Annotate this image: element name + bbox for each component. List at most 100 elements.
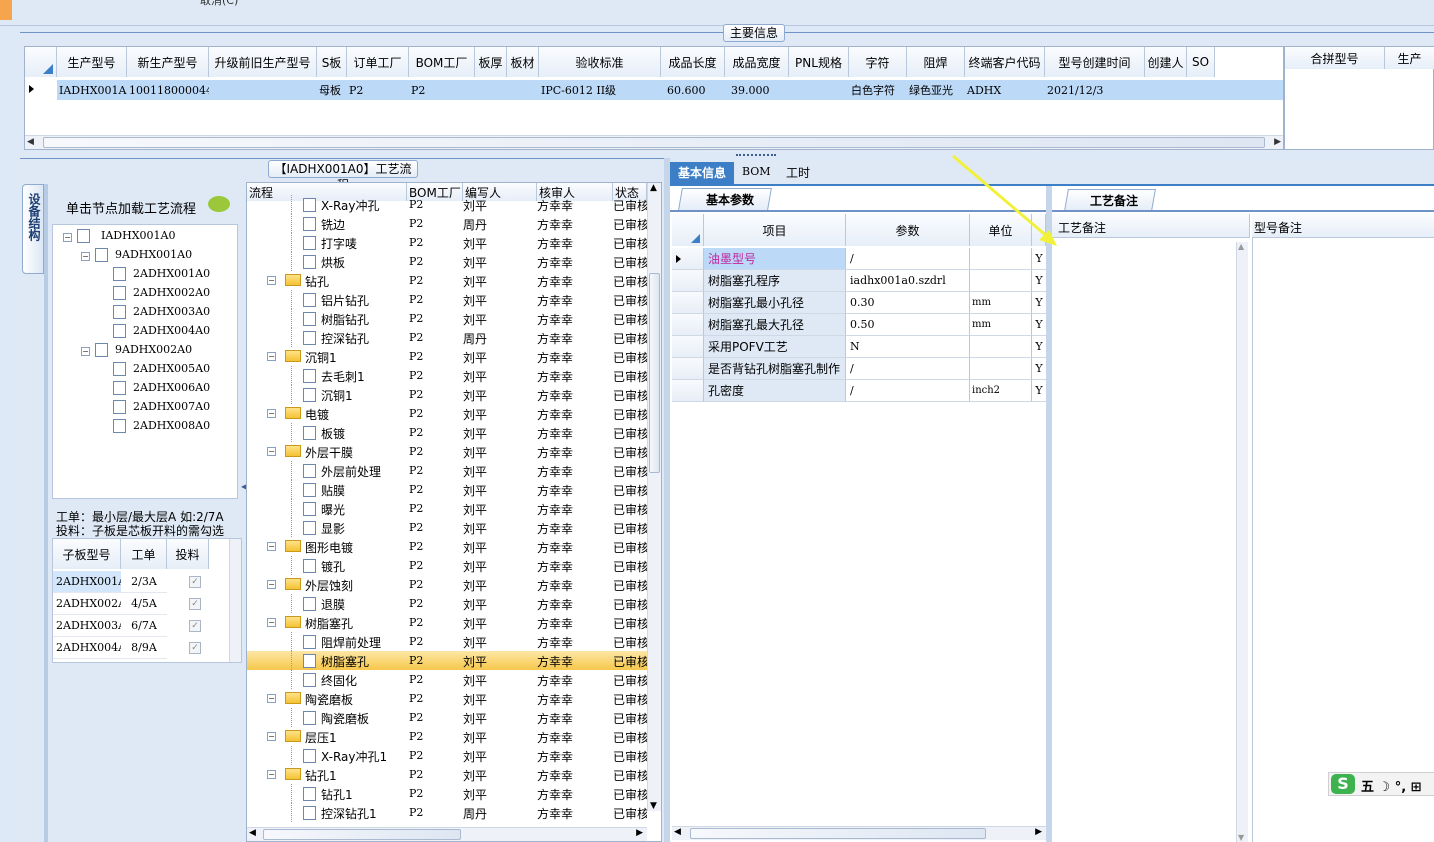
main-col-10[interactable]: 成品宽度: [725, 47, 789, 77]
main-col-8[interactable]: 验收标准: [539, 47, 661, 77]
process-row[interactable]: 退膜 P2 刘平 方幸幸 已审核: [247, 594, 647, 613]
main-cell-3[interactable]: 母板: [317, 80, 347, 100]
sub-col-0[interactable]: 子板型号: [53, 539, 121, 569]
collapse-icon[interactable]: −: [267, 732, 276, 741]
collapse-icon[interactable]: −: [267, 770, 276, 779]
param-value[interactable]: 0.30: [846, 292, 970, 314]
process-row[interactable]: − 图形电镀 P2 刘平 方幸幸 已审核: [247, 537, 647, 556]
scroll-thumb[interactable]: [649, 273, 660, 473]
side-col-prod[interactable]: 生产: [1385, 47, 1434, 69]
collapse-icon[interactable]: −: [267, 542, 276, 551]
sub-cell-order[interactable]: 2/3A: [121, 571, 167, 593]
param-item[interactable]: 是否背钻孔树脂塞孔制作: [704, 358, 846, 380]
process-row[interactable]: X-Ray冲孔 P2 刘平 方幸幸 已审核: [247, 195, 647, 214]
process-row[interactable]: − 陶瓷磨板 P2 刘平 方幸幸 已审核: [247, 689, 647, 708]
param-row-header[interactable]: [672, 380, 704, 402]
main-info-hscroll[interactable]: ◀ ▶: [25, 135, 1283, 149]
tab-basic-info[interactable]: 基本信息: [670, 162, 734, 184]
grid-corner[interactable]: [25, 47, 57, 77]
main-col-13[interactable]: 阻焊: [907, 47, 965, 77]
sub-cell-model[interactable]: 2ADHX003A0: [53, 615, 121, 637]
main-col-12[interactable]: 字符: [849, 47, 907, 77]
process-row[interactable]: − 电镀 P2 刘平 方幸幸 已审核: [247, 404, 647, 423]
scroll-thumb[interactable]: [43, 137, 1265, 148]
process-row[interactable]: 控深钻孔 P2 周丹 方幸幸 已审核: [247, 328, 647, 347]
collapse-icon[interactable]: −: [267, 447, 276, 456]
collapse-icon[interactable]: −: [267, 580, 276, 589]
process-row[interactable]: − 外层蚀刻 P2 刘平 方幸幸 已审核: [247, 575, 647, 594]
process-row[interactable]: 铣边 P2 周丹 方幸幸 已审核: [247, 214, 647, 233]
collapse-icon[interactable]: −: [267, 276, 276, 285]
process-row[interactable]: 钻孔1 P2 刘平 方幸幸 已审核: [247, 784, 647, 803]
tab-worktime[interactable]: 工时: [786, 164, 810, 181]
scroll-thumb[interactable]: [690, 828, 986, 839]
param-item[interactable]: 孔密度: [704, 380, 846, 402]
process-row[interactable]: − 外层干膜 P2 刘平 方幸幸 已审核: [247, 442, 647, 461]
process-row[interactable]: 沉铜1 P2 刘平 方幸幸 已审核: [247, 385, 647, 404]
main-cell-10[interactable]: 39.000: [725, 80, 789, 100]
process-hscroll[interactable]: ◀ ▶: [247, 827, 647, 841]
main-col-17[interactable]: SO: [1187, 47, 1215, 77]
process-row[interactable]: 曝光 P2 刘平 方幸幸 已审核: [247, 499, 647, 518]
main-col-2[interactable]: 升级前旧生产型号: [209, 47, 317, 77]
main-col-1[interactable]: 新生产型号: [127, 47, 209, 77]
side-col-merge[interactable]: 合拼型号: [1285, 47, 1385, 69]
main-cell-1[interactable]: 10011800004401: [127, 80, 209, 100]
param-row-header[interactable]: [672, 292, 704, 314]
main-col-0[interactable]: 生产型号: [57, 47, 127, 77]
main-cell-12[interactable]: 白色字符: [849, 80, 907, 100]
main-cell-4[interactable]: P2: [347, 80, 409, 100]
param-value[interactable]: 0.50: [846, 314, 970, 336]
main-cell-8[interactable]: IPC-6012 II级: [539, 80, 661, 100]
process-row[interactable]: − 层压1 P2 刘平 方幸幸 已审核: [247, 727, 647, 746]
param-unit[interactable]: [970, 248, 1032, 270]
param-item[interactable]: 树脂塞孔程序: [704, 270, 846, 292]
sub-col-2[interactable]: 投料: [167, 539, 209, 569]
process-notes-area[interactable]: [1052, 238, 1236, 842]
process-row[interactable]: 终固化 P2 刘平 方幸幸 已审核: [247, 670, 647, 689]
feed-checkbox[interactable]: ✓: [189, 598, 201, 610]
collapse-icon[interactable]: −: [81, 347, 90, 356]
process-row[interactable]: − 沉铜1 P2 刘平 方幸幸 已审核: [247, 347, 647, 366]
sub-cell-model[interactable]: 2ADHX001A0: [53, 571, 121, 593]
horizontal-splitter[interactable]: [736, 154, 776, 158]
notes-vscroll[interactable]: ▲ ▼: [1236, 242, 1248, 842]
sub-cell-order[interactable]: 8/9A: [121, 637, 167, 659]
sub-vscroll[interactable]: [229, 539, 241, 662]
param-value[interactable]: iadhx001a0.szdrl: [846, 270, 970, 292]
collapse-icon[interactable]: −: [267, 694, 276, 703]
main-col-7[interactable]: 板材: [507, 47, 539, 77]
process-row[interactable]: 板镀 P2 刘平 方幸幸 已审核: [247, 423, 647, 442]
sub-cell-order[interactable]: 4/5A: [121, 593, 167, 615]
param-unit[interactable]: mm: [970, 314, 1032, 336]
param-item[interactable]: 油墨型号: [704, 248, 846, 270]
param-row-header[interactable]: [672, 358, 704, 380]
process-row[interactable]: 控深钻孔1 P2 周丹 方幸幸 已审核: [247, 803, 647, 822]
param-unit[interactable]: [970, 270, 1032, 292]
vertical-tab-structure[interactable]: 设备结构: [22, 184, 44, 274]
process-row[interactable]: X-Ray冲孔1 P2 刘平 方幸幸 已审核: [247, 746, 647, 765]
process-row[interactable]: 树脂钻孔 P2 刘平 方幸幸 已审核: [247, 309, 647, 328]
param-item[interactable]: 树脂塞孔最小孔径: [704, 292, 846, 314]
main-col-3[interactable]: S板: [317, 47, 347, 77]
process-row[interactable]: 树脂塞孔 P2 刘平 方幸幸 已审核: [247, 651, 647, 670]
param-unit[interactable]: [970, 336, 1032, 358]
feed-checkbox[interactable]: ✓: [189, 620, 201, 632]
param-unit[interactable]: [970, 358, 1032, 380]
main-col-14[interactable]: 终端客户代码: [965, 47, 1045, 77]
param-row-header[interactable]: [672, 314, 704, 336]
param-value[interactable]: N: [846, 336, 970, 358]
params-hscroll[interactable]: ◀ ▶: [672, 826, 1046, 840]
process-row[interactable]: 外层前处理 P2 刘平 方幸幸 已审核: [247, 461, 647, 480]
main-cell-7[interactable]: [507, 80, 539, 100]
main-col-9[interactable]: 成品长度: [661, 47, 725, 77]
process-row[interactable]: 铝片钻孔 P2 刘平 方幸幸 已审核: [247, 290, 647, 309]
main-cell-0[interactable]: IADHX001A0: [57, 80, 127, 100]
cancel-button[interactable]: 取消(C): [200, 0, 238, 8]
param-value[interactable]: /: [846, 248, 970, 270]
process-row[interactable]: − 钻孔1 P2 刘平 方幸幸 已审核: [247, 765, 647, 784]
process-row[interactable]: − 钻孔 P2 刘平 方幸幸 已审核: [247, 271, 647, 290]
process-row[interactable]: 显影 P2 刘平 方幸幸 已审核: [247, 518, 647, 537]
main-cell-15[interactable]: 2021/12/3: [1045, 80, 1145, 100]
main-cell-5[interactable]: P2: [409, 80, 475, 100]
